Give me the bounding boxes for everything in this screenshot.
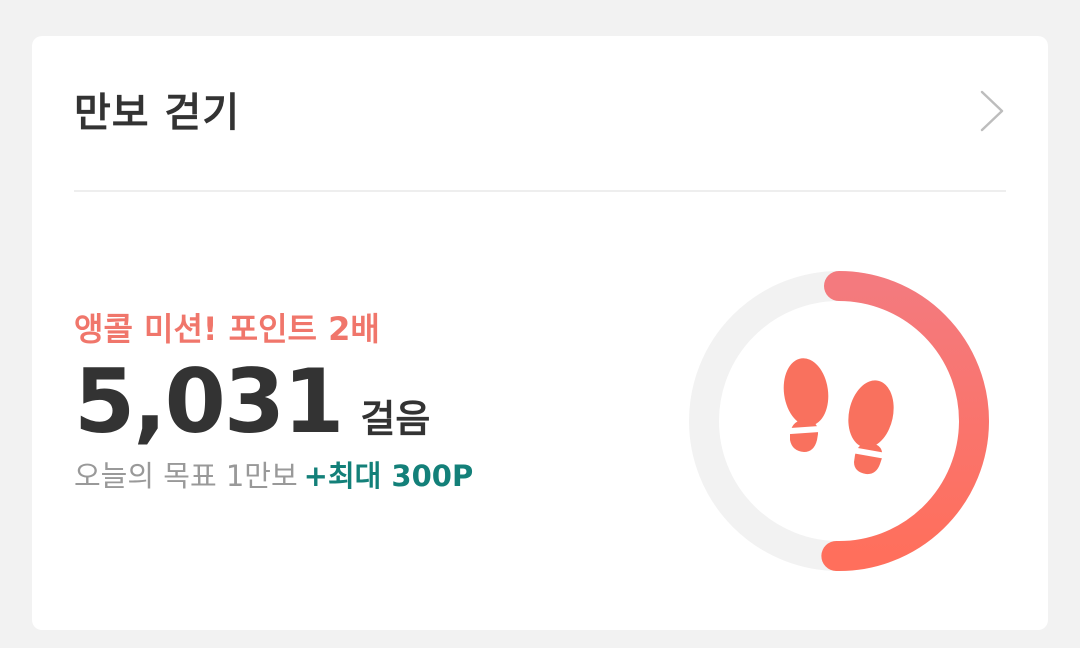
goal-row: 오늘의 목표 1만보 +최대 300P bbox=[74, 453, 473, 495]
mission-label: 앵콜 미션! 포인트 2배 bbox=[74, 310, 380, 348]
card-title: 만보 걷기 bbox=[74, 90, 241, 136]
goal-text: 오늘의 목표 1만보 bbox=[74, 458, 298, 493]
steps-row: 5,031 걸음 bbox=[74, 350, 473, 453]
footprints-icon bbox=[783, 358, 894, 475]
step-count: 5,031 bbox=[74, 350, 344, 453]
step-progress-ring[interactable] bbox=[686, 268, 992, 574]
walking-card: 만보 걷기 앵콜 미션! 포인트 2배 5,031 걸음 오늘의 목표 1만보 +… bbox=[32, 36, 1048, 630]
step-unit: 걸음 bbox=[360, 397, 431, 441]
goal-reward: +최대 300P bbox=[303, 458, 474, 493]
chevron-right-icon[interactable] bbox=[978, 89, 1006, 133]
card-header[interactable]: 만보 걷기 bbox=[74, 36, 1006, 192]
step-info: 앵콜 미션! 포인트 2배 5,031 걸음 오늘의 목표 1만보 +최대 300… bbox=[74, 304, 473, 495]
